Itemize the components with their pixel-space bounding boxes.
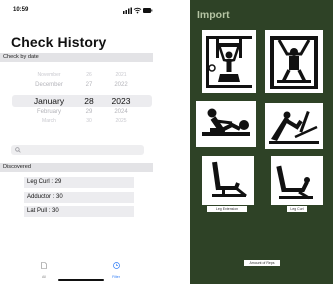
assisted-pullup-machine-icon: [270, 36, 318, 89]
lat-pull-tile[interactable]: [202, 30, 256, 93]
search-input[interactable]: [11, 145, 144, 155]
discovered-header: Discovered: [0, 163, 153, 172]
leg-press-tile[interactable]: [265, 103, 323, 149]
wifi-icon: [133, 7, 142, 14]
leg-extension-label: Leg Extension: [207, 206, 247, 212]
picker-row[interactable]: March 30 2025: [0, 116, 162, 124]
page-title: Check History: [11, 34, 107, 50]
amount-of-reps-label: Amount of Reps: [244, 260, 280, 266]
result-item: Leg Curl : 29: [24, 177, 134, 188]
home-indicator: [58, 279, 104, 281]
rowing-machine-icon: [202, 108, 250, 136]
document-icon: [41, 262, 47, 269]
signal-icon: [123, 7, 132, 14]
picker-selected-row[interactable]: January 28 2023: [0, 95, 162, 107]
search-icon: [15, 147, 21, 153]
tab-all[interactable]: All: [34, 256, 54, 279]
battery-icon: [143, 8, 153, 13]
clock-icon: [112, 262, 120, 269]
leg-extension-machine-icon: [212, 161, 247, 198]
import-screen: Import Leg Extension Leg Curl Amount of …: [190, 0, 333, 284]
tab-filter-label: Filter: [112, 275, 120, 279]
check-by-date-header: Check by date: [0, 53, 153, 62]
result-item: Adductor : 30: [24, 192, 134, 203]
assisted-pullup-tile[interactable]: [265, 30, 323, 93]
import-title: Import: [197, 9, 230, 21]
status-time: 10:59: [13, 7, 29, 13]
leg-extension-tile[interactable]: [202, 156, 254, 205]
rowing-tile[interactable]: [196, 101, 256, 147]
picker-row[interactable]: December 27 2022: [0, 80, 162, 91]
status-icons: [123, 7, 153, 14]
check-history-screen: 10:59 Check History Check by date Novemb…: [0, 0, 162, 284]
leg-curl-label: Leg Curl: [287, 206, 307, 212]
tab-filter[interactable]: Filter: [106, 256, 126, 279]
leg-curl-machine-icon: [276, 165, 313, 200]
lat-pull-machine-icon: [206, 36, 252, 88]
leg-press-machine-icon: [269, 110, 319, 144]
tab-all-label: All: [42, 275, 46, 279]
result-item: Lat Pull : 30: [24, 206, 134, 217]
leg-curl-tile[interactable]: [271, 156, 323, 205]
